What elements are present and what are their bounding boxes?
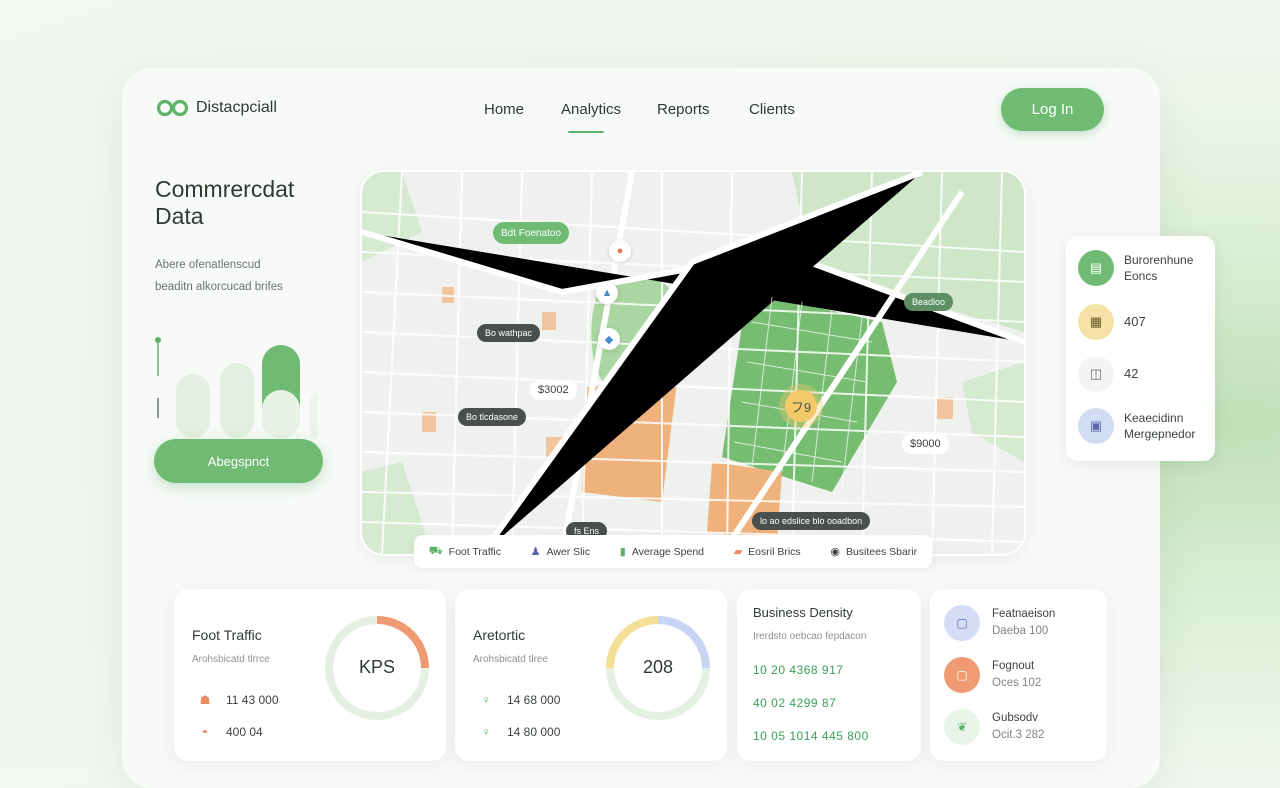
feed-title: Gubsodv — [992, 712, 1039, 724]
legend-label: Awer Slic — [546, 545, 591, 558]
card-subtitle: Irerdsto oebcao fepdacon — [753, 631, 867, 642]
metric-sublabel: Eoncs — [1124, 269, 1158, 283]
nav-clients[interactable]: Clients — [749, 101, 795, 118]
metric-value: 407 — [1124, 314, 1146, 329]
pin-icon: ♀ — [481, 725, 491, 739]
map-pin-icon[interactable]: ● — [609, 240, 631, 262]
feed-title: Featnaeison — [992, 608, 1056, 620]
legend-label: Average Spend — [631, 545, 705, 558]
map-tag[interactable]: lo ao edslice blo ooadbon — [752, 512, 871, 530]
subtitle-line: beaditn alkorcucad brifes — [155, 281, 283, 293]
business-density-card[interactable]: Business Density Irerdsto oebcao fepdaco… — [737, 589, 921, 761]
brand-logo[interactable]: Distacpciall — [156, 98, 277, 118]
brand-name: Distacpciall — [196, 99, 277, 116]
receipt-icon: ▣ — [1078, 408, 1114, 444]
feed-item[interactable]: ▢ Featnaeison Daeba 100 — [944, 605, 1055, 641]
legend-foot-traffic[interactable]: ⛟ Foot Traffic — [429, 545, 501, 559]
feed-title: Fognout — [992, 660, 1035, 672]
stat-value: 11 43 000 — [226, 693, 279, 707]
login-button[interactable]: Log In — [1001, 88, 1104, 131]
pin-icon: ♀ — [481, 693, 491, 707]
card-subtitle: Arohsbicatd tlrrce — [192, 654, 270, 665]
ring-value: KPS — [358, 657, 396, 677]
card-title: Business Density — [753, 605, 853, 620]
active-nav-indicator — [568, 131, 604, 133]
legend-average-spend[interactable]: ▮ Average Spend — [619, 545, 705, 559]
logo-icon — [156, 99, 189, 117]
metric-row[interactable]: ▣ Keaecidinn Mergepnedor — [1078, 408, 1195, 444]
legend-label: Eosril Brics — [748, 545, 801, 558]
density-row: 10 20 4368 917 — [753, 663, 844, 677]
map-price-label[interactable]: $3002 — [530, 380, 577, 400]
metric-label: Keaecidinn — [1124, 411, 1184, 425]
stat-value: 400 04 — [226, 725, 263, 739]
map-tag[interactable]: Beadloo — [904, 293, 954, 311]
map-canvas — [362, 172, 1024, 554]
document-icon: ▤ — [1078, 250, 1114, 286]
spend-icon: ▮ — [619, 546, 626, 558]
legend-label: Busitees Sbarir — [845, 545, 918, 558]
square-icon: ▢ — [944, 657, 980, 693]
legend-awer-slic[interactable]: ♟ Awer Slic — [530, 545, 591, 559]
foot-traffic-card[interactable]: Foot Traffic Arohsbicatd tlrrce KPS ☗ 11 … — [174, 589, 446, 761]
stat-row: ◓ 400 04 — [198, 725, 263, 739]
city-map[interactable]: Bdt Foenatoo Bo wathpac Bo tlcdasone $30… — [360, 170, 1026, 556]
square-icon: ▢ — [944, 605, 980, 641]
card-subtitle: Arohsbicatd tlree — [473, 654, 549, 665]
stat-row: ♀ 14 80 000 — [479, 725, 561, 739]
map-tag[interactable]: Bo wathpac — [477, 324, 541, 342]
stat-value: 14 68 000 — [507, 693, 561, 707]
metric-row[interactable]: ◫ 42 — [1078, 356, 1138, 392]
feed-meta: Oces 102 — [992, 677, 1042, 689]
map-price-label[interactable]: $9000 — [902, 434, 949, 454]
metric-value: 42 — [1124, 366, 1139, 381]
feed-item[interactable]: ▢ Fognout Oces 102 — [944, 657, 1041, 693]
foot-traffic-icon: ⛟ — [428, 544, 443, 557]
shop-icon: ▰ — [733, 546, 743, 558]
map-pin-icon[interactable]: ▲ — [596, 282, 618, 304]
calendar-icon: ▦ — [1078, 304, 1114, 340]
feed-meta: Daeba 100 — [992, 625, 1049, 637]
nav-reports[interactable]: Reports — [657, 101, 710, 118]
bag-icon: ◫ — [1078, 356, 1114, 392]
metric-row[interactable]: ▤ Burorenhune Eoncs — [1078, 250, 1193, 286]
ring-value: 208 — [642, 657, 674, 677]
feed-meta: Ocit.3 282 — [992, 729, 1045, 741]
page-title: Commrercdat Data — [155, 176, 295, 229]
bag-icon: ◓ — [201, 725, 209, 739]
card-title: Aretortic — [473, 627, 526, 643]
legend-eosril-brics[interactable]: ▰ Eosril Brics — [733, 545, 801, 559]
map-legend: ⛟ Foot Traffic ♟ Awer Slic ▮ Average Spend … — [414, 535, 932, 568]
cta-button[interactable]: Abegspnct — [154, 439, 323, 483]
density-row: 40 02 4299 87 — [753, 696, 837, 710]
map-tag[interactable]: Bdt Foenatoo — [493, 222, 570, 244]
subtitle-line: Abere ofenatlenscud — [155, 259, 261, 271]
stat-row: ♀ 14 68 000 — [479, 693, 561, 707]
metric-sublabel: Mergepnedor — [1124, 427, 1196, 441]
highlight-pin[interactable]: フ9 — [785, 390, 817, 422]
leaf-icon: ❦ — [944, 709, 980, 745]
stat-row: ☗ 11 43 000 — [198, 693, 279, 707]
legend-busitees-sbarir[interactable]: ◉ Busitees Sbarir — [830, 545, 918, 559]
globe-icon: ◉ — [830, 546, 840, 558]
legend-label: Foot Traffic — [448, 545, 501, 558]
metrics-panel: ▤ Burorenhune Eoncs ▦ 407 ◫ 42 ▣ Keaecidi… — [1066, 236, 1215, 461]
mini-bar-chart — [155, 337, 318, 438]
map-pin-icon[interactable]: ◆ — [598, 328, 620, 350]
person-icon: ♟ — [530, 546, 541, 558]
nav-home[interactable]: Home — [484, 101, 524, 118]
card-title: Foot Traffic — [192, 627, 262, 643]
feed-item[interactable]: ❦ Gubsodv Ocit.3 282 — [944, 709, 1044, 745]
density-row: 10 05 1014 445 800 — [753, 729, 869, 743]
metric-label: Burorenhune — [1124, 253, 1194, 267]
map-tag[interactable]: Bo tlcdasone — [458, 408, 527, 426]
metric-row[interactable]: ▦ 407 — [1078, 304, 1146, 340]
stat-value: 14 80 000 — [507, 725, 561, 739]
page-subtitle: Abere ofenatlenscud beaditn alkorcucad b… — [155, 254, 345, 298]
nav-analytics[interactable]: Analytics — [561, 101, 621, 118]
people-icon: ☗ — [199, 693, 211, 707]
activity-card[interactable]: ▢ Featnaeison Daeba 100 ▢ Fognout Oces 102… — [930, 589, 1107, 761]
area-card[interactable]: Aretortic Arohsbicatd tlree 208 ♀ 14 68 0… — [455, 589, 727, 761]
